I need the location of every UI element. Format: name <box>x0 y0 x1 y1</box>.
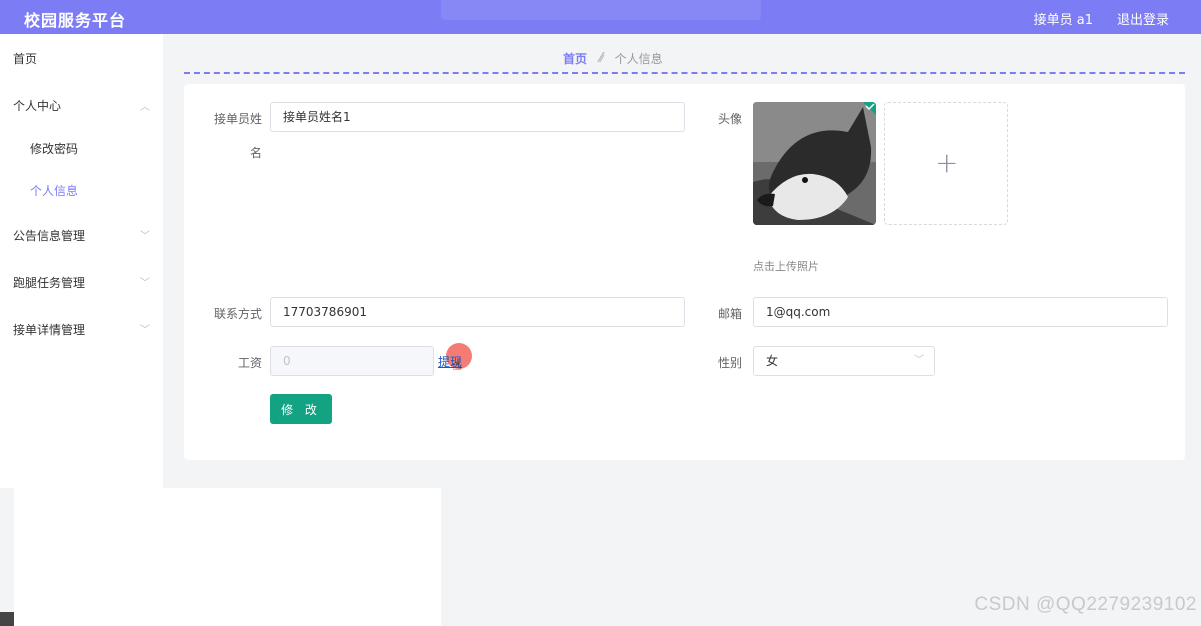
chevron-down-icon: ﹀ <box>140 325 150 336</box>
watermark: CSDN @QQ2279239102 <box>974 594 1197 615</box>
name-label-line2: 名 <box>249 146 262 160</box>
email-input[interactable]: 1@qq.com <box>753 297 1168 327</box>
current-user: 接单员 a1 <box>1033 13 1093 28</box>
chevron-down-icon: ﹀ <box>914 355 924 366</box>
breadcrumb-home[interactable]: 首页 <box>563 52 587 66</box>
chevron-down-icon: ﹀ <box>140 231 150 242</box>
sidebar-item-change-password[interactable]: 修改密码 <box>30 140 78 157</box>
blank-overlay-panel <box>14 488 441 626</box>
gender-selected-value: 女 <box>766 354 779 368</box>
gender-select[interactable]: 女 ﹀ <box>753 346 935 376</box>
plus-icon: + <box>935 146 959 179</box>
logout-link[interactable]: 退出登录 <box>1117 9 1169 28</box>
breadcrumb: 首页 个人信息 <box>563 50 663 67</box>
sidebar-item-order-details[interactable]: 接单详情管理 <box>13 321 85 338</box>
sidebar-item-personal-center[interactable]: 个人中心 <box>13 97 61 114</box>
email-label: 邮箱 <box>717 307 742 321</box>
chevron-up-icon: ︿ <box>140 102 150 113</box>
submit-button[interactable]: 修 改 <box>270 394 332 424</box>
salary-input: 0 <box>270 346 434 376</box>
hand-cursor-icon: ☝ <box>452 355 462 374</box>
profile-form-card <box>184 84 1185 460</box>
avatar-upload-button[interactable]: + <box>884 102 1008 225</box>
sidebar-item-notices[interactable]: 公告信息管理 <box>13 227 85 244</box>
top-overlay <box>441 0 761 20</box>
name-input[interactable]: 接单员姓名1 <box>270 102 685 132</box>
avatar-label: 头像 <box>717 112 742 126</box>
breadcrumb-separator-icon <box>597 51 605 66</box>
app-title: 校园服务平台 <box>24 11 127 30</box>
name-label-line1: 接单员姓 <box>213 112 262 126</box>
name-label: 接单员姓 名 <box>204 110 262 161</box>
sidebar-item-home[interactable]: 首页 <box>13 50 37 67</box>
breadcrumb-current: 个人信息 <box>614 52 663 66</box>
taskbar-fragment <box>0 612 14 626</box>
phone-label: 联系方式 <box>213 307 262 321</box>
top-header: 校园服务平台 接单员 a1 退出登录 <box>0 0 1201 34</box>
husky-photo-icon <box>753 102 876 225</box>
phone-input[interactable]: 17703786901 <box>270 297 685 327</box>
avatar-image[interactable] <box>753 102 876 225</box>
sidebar: 首页 个人中心 ︿ 修改密码 个人信息 公告信息管理 ﹀ 跑腿任务管理 ﹀ 接单… <box>0 34 163 488</box>
breadcrumb-divider <box>184 72 1185 74</box>
upload-tip: 点击上传照片 <box>753 260 819 273</box>
salary-label: 工资 <box>237 356 262 370</box>
gender-label: 性别 <box>717 356 742 370</box>
chevron-down-icon: ﹀ <box>140 278 150 289</box>
sidebar-item-personal-info[interactable]: 个人信息 <box>30 182 78 199</box>
sidebar-item-errand-tasks[interactable]: 跑腿任务管理 <box>13 274 85 291</box>
